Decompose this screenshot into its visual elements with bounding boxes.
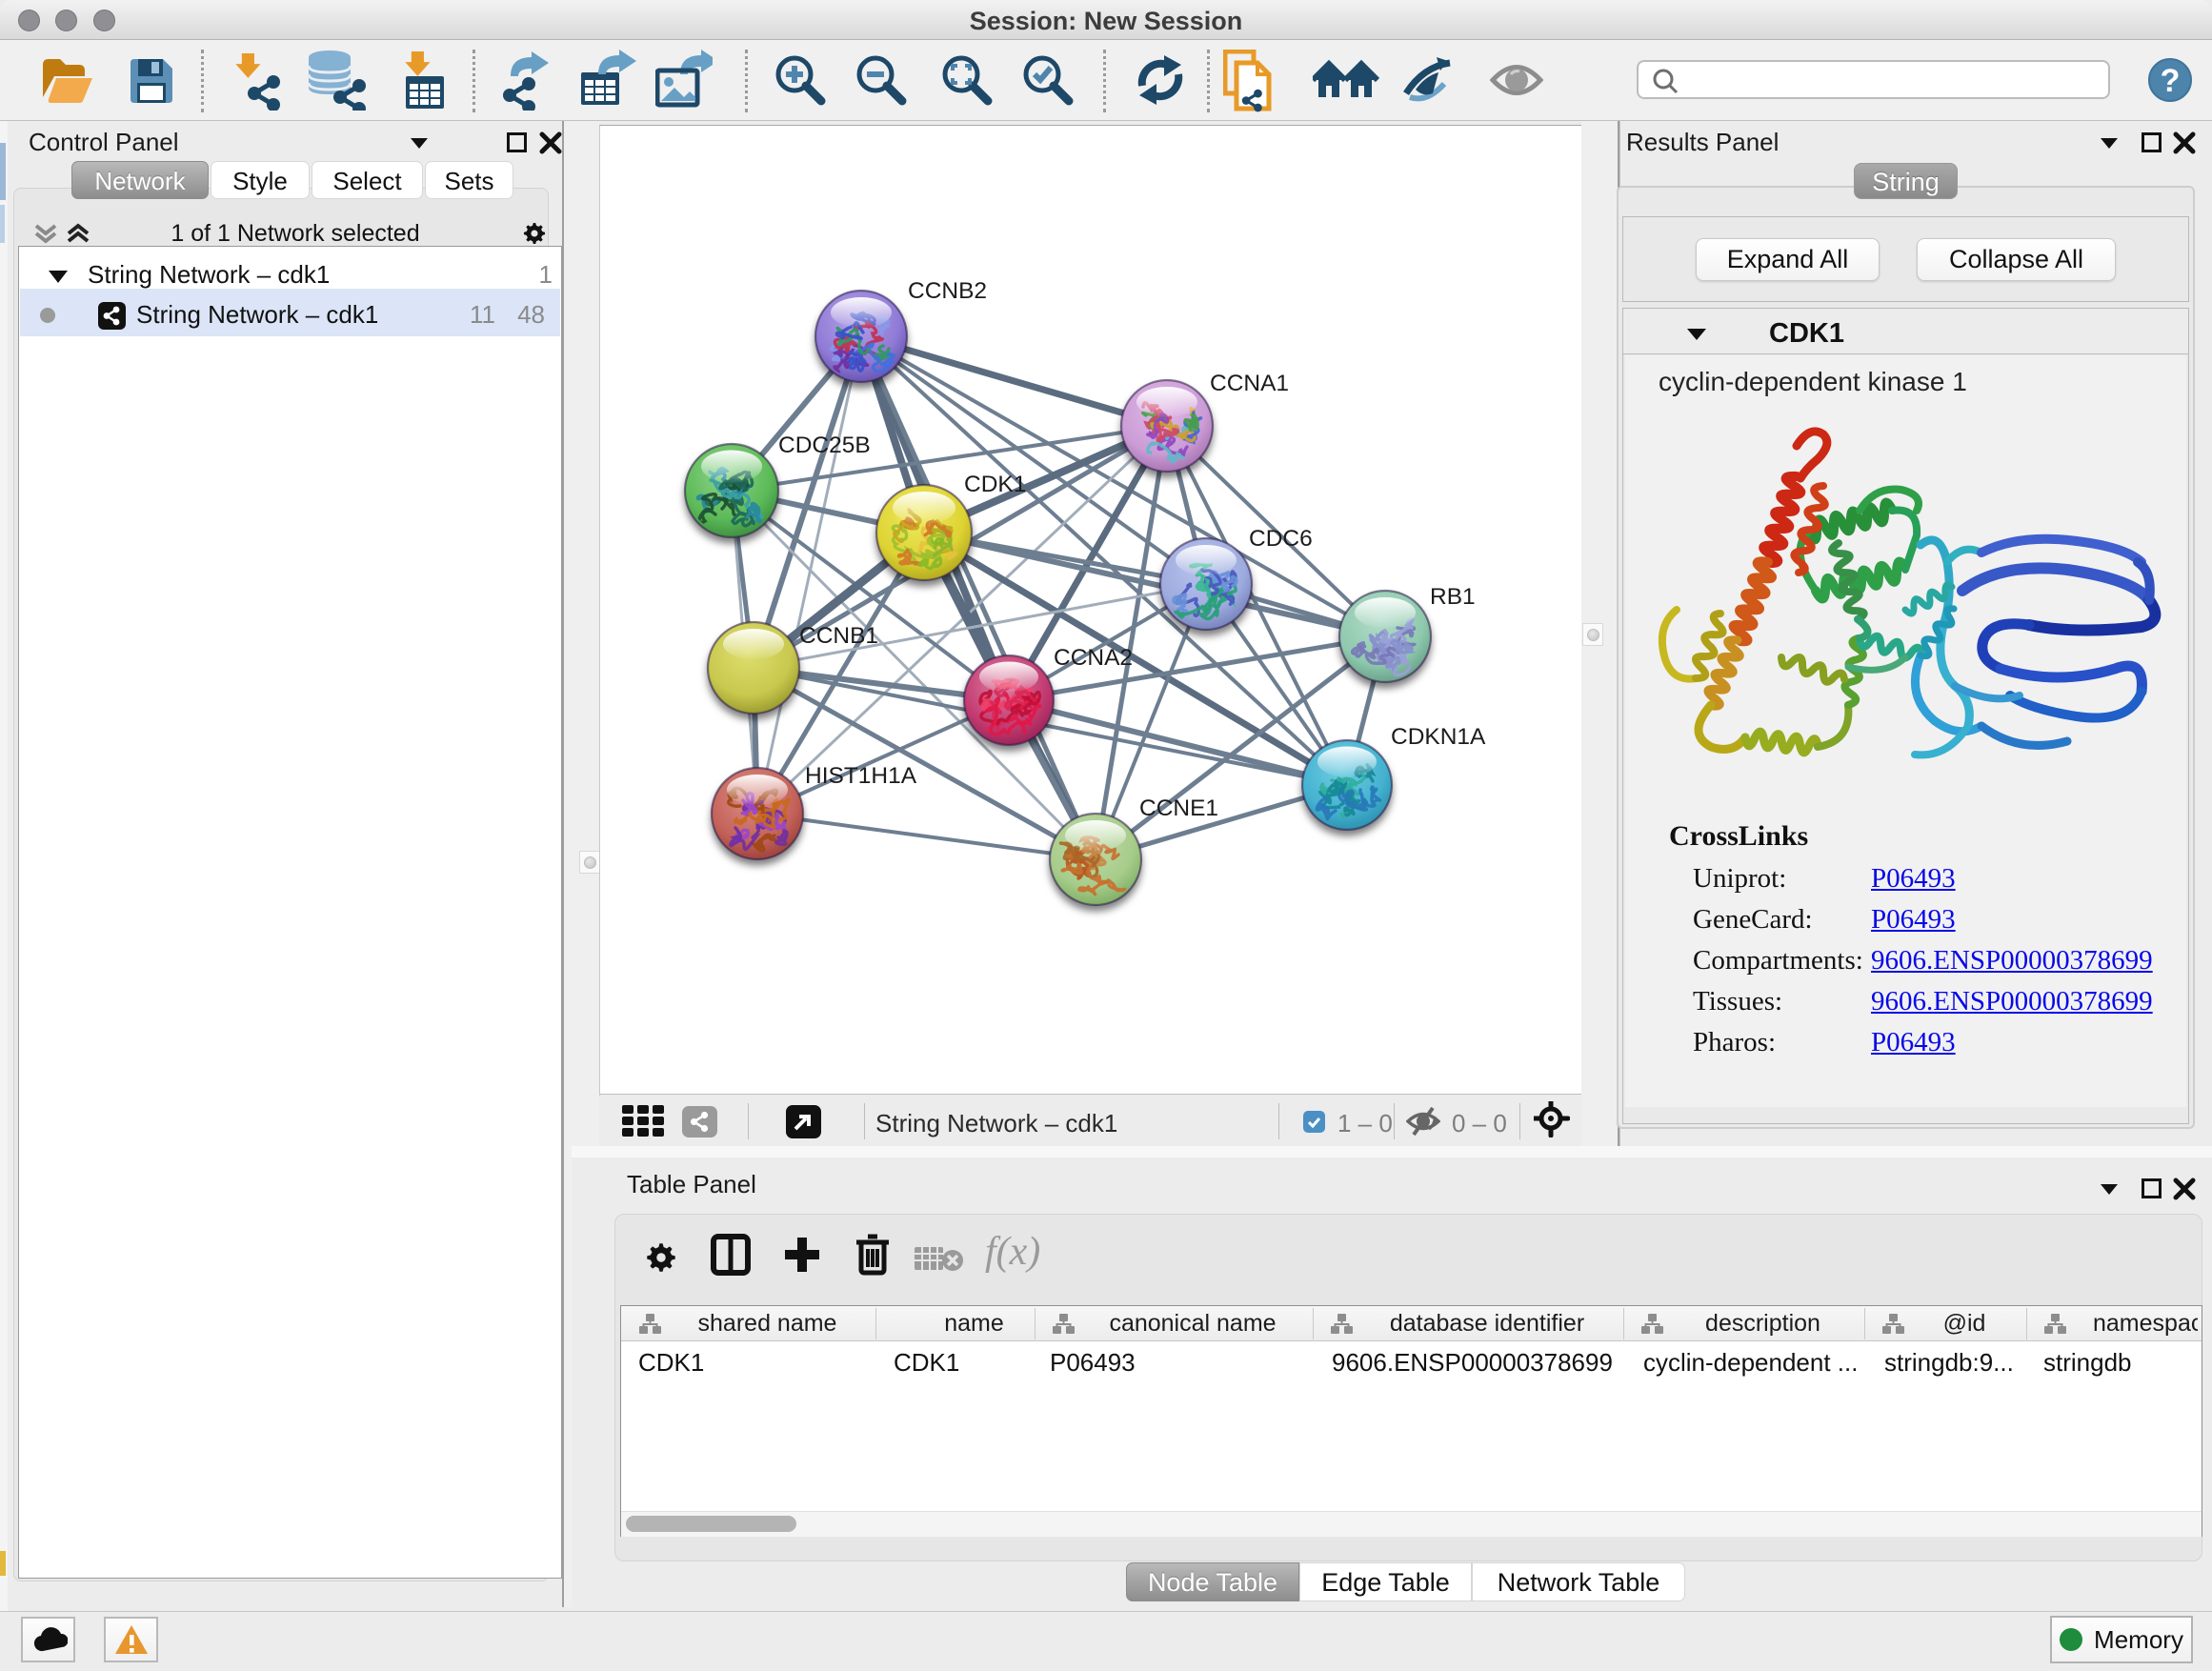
svg-text:CCNB1: CCNB1 [799,623,878,649]
svg-text:HIST1H1A: HIST1H1A [805,763,917,789]
svg-text:CDC25B: CDC25B [778,433,871,458]
svg-text:CCNA1: CCNA1 [1210,371,1289,396]
svg-text:CDKN1A: CDKN1A [1391,724,1486,750]
svg-text:CCNE1: CCNE1 [1139,795,1218,821]
svg-text:CCNA2: CCNA2 [1054,645,1133,671]
svg-text:CDC6: CDC6 [1249,526,1313,552]
svg-text:CCNB2: CCNB2 [908,278,987,304]
svg-text:CDK1: CDK1 [964,472,1026,497]
svg-text:RB1: RB1 [1430,584,1476,610]
